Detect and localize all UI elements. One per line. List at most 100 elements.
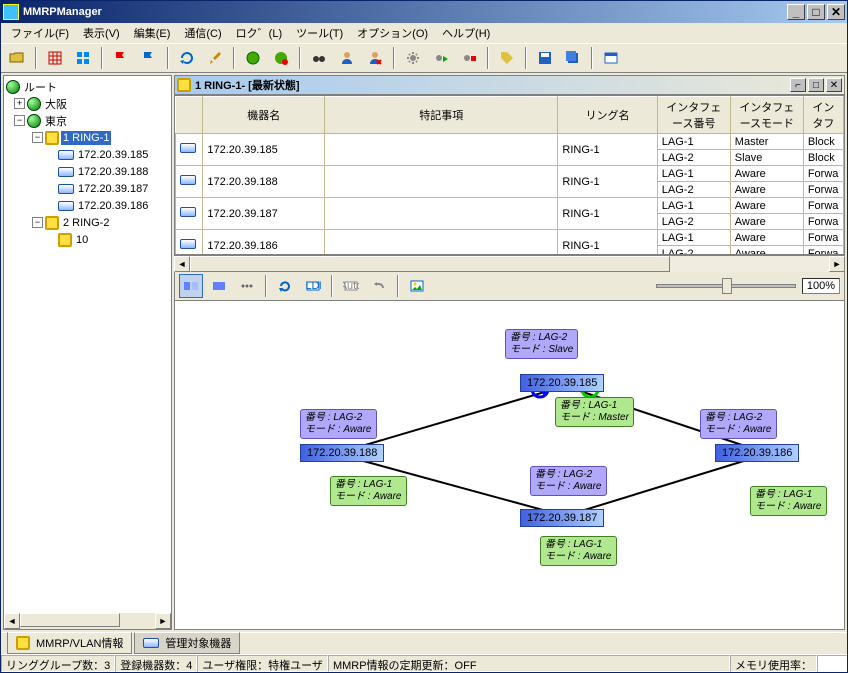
grid-icon[interactable] [43,46,67,70]
gear-play-icon[interactable] [429,46,453,70]
svg-text:Auto: Auto [343,280,359,292]
gear-icon[interactable] [401,46,425,70]
svg-text:LLDP: LLDP [305,280,321,292]
table-hscrollbar[interactable]: ◄ ► [174,255,845,271]
menu-view[interactable]: 表示(V) [77,23,126,43]
image-icon[interactable] [405,274,429,298]
globe-node-icon [6,80,20,94]
menu-help[interactable]: ヘルプ(H) [436,23,496,43]
col-state[interactable]: インタフ [803,97,843,134]
host-node-icon [58,167,74,177]
tree-osaka[interactable]: 大阪 [43,95,69,113]
host-node-icon [58,150,74,160]
col-mode[interactable]: インタフェースモード [730,97,803,134]
dots-icon[interactable] [235,274,259,298]
user-icon[interactable] [335,46,359,70]
topology-tag: 番号 : LAG-1モード : Master [555,397,634,427]
refresh-icon[interactable] [175,46,199,70]
tree-host[interactable]: 172.20.39.186 [76,199,150,213]
sub-titlebar[interactable]: 1 RING-1- [最新状態] ⌐ □ ✕ [174,75,845,95]
tree-root[interactable]: ルート [22,78,59,96]
topology-tag: 番号 : LAG-2モード : Slave [505,329,578,359]
view-tile-icon[interactable] [179,274,203,298]
sub-close-button[interactable]: ✕ [826,78,842,92]
table-row[interactable]: 172.20.39.186RING-1 LAG-1AwareForwa [176,230,844,246]
tree-pane: ルート +大阪 −東京 −1 RING-1 172.20.39.185 172.… [3,75,172,630]
gear-stop-icon[interactable] [457,46,481,70]
tree-tokyo[interactable]: 東京 [43,112,69,130]
save-all-icon[interactable] [561,46,585,70]
collapse-toggle[interactable]: − [14,115,25,126]
titlebar[interactable]: MMRPManager _ □ ✕ [1,1,847,23]
table-row[interactable]: 172.20.39.185RING-1 LAG-1MasterBlock [176,134,844,150]
window-icon[interactable] [599,46,623,70]
flag-red-icon[interactable] [109,46,133,70]
tile-icon[interactable] [71,46,95,70]
topology-node[interactable]: 172.20.39.188 [300,444,384,462]
binoculars-icon[interactable] [307,46,331,70]
view-single-icon[interactable] [207,274,231,298]
menu-tool[interactable]: ツール(T) [290,23,349,43]
zoom-value: 100% [802,278,840,294]
undo-icon[interactable] [367,274,391,298]
globe-node-icon [27,114,41,128]
status-memory: メモリ使用率： [730,655,817,672]
zoom-slider[interactable] [656,284,796,288]
sub-max-button[interactable]: □ [808,78,824,92]
bottom-tabs: MMRP/VLAN情報 管理対象機器 [1,632,847,654]
tree-host[interactable]: 172.20.39.188 [76,165,150,179]
topology-tag: 番号 : LAG-1モード : Aware [540,536,617,566]
col-note[interactable]: 特記事項 [325,97,558,134]
ring-node-icon [45,131,59,145]
app-window: MMRPManager _ □ ✕ ファイル(F) 表示(V) 編集(E) 通信… [0,0,848,673]
topology-diagram[interactable]: 172.20.39.185 172.20.39.188 172.20.39.187 1… [174,301,845,630]
table-row[interactable]: 172.20.39.188RING-1 LAG-1AwareForwa [176,166,844,182]
col-ring[interactable]: リング名 [558,97,657,134]
collapse-toggle[interactable]: − [32,217,43,228]
ring-icon [16,636,30,650]
globe-stop-icon[interactable] [269,46,293,70]
topology-node[interactable]: 172.20.39.186 [715,444,799,462]
menu-option[interactable]: オプション(O) [351,23,434,43]
tree-host[interactable]: 172.20.39.187 [76,182,150,196]
menu-log[interactable]: ロク゛(L) [230,23,288,43]
tab-managed-devices[interactable]: 管理対象機器 [134,632,240,654]
lldp-icon[interactable]: LLDP [301,274,325,298]
table-row[interactable]: 172.20.39.187RING-1 LAG-1AwareForwa [176,198,844,214]
topology-tag: 番号 : LAG-1モード : Aware [750,486,827,516]
tab-mmrp-vlan[interactable]: MMRP/VLAN情報 [7,632,132,654]
save-icon[interactable] [533,46,557,70]
menu-file[interactable]: ファイル(F) [5,23,75,43]
sub-min-button[interactable]: ⌐ [790,78,806,92]
brush-icon[interactable] [203,46,227,70]
tree-hscrollbar[interactable]: ◄ ► [4,613,171,629]
tree-ring2-child[interactable]: 10 [74,233,90,247]
device-tree[interactable]: ルート +大阪 −東京 −1 RING-1 172.20.39.185 172.… [4,76,171,613]
menu-comm[interactable]: 通信(C) [178,23,227,43]
status-memory-bar [817,655,847,672]
user-x-icon[interactable] [363,46,387,70]
maximize-button[interactable]: □ [807,4,825,20]
minimize-button[interactable]: _ [787,4,805,20]
menu-edit[interactable]: 編集(E) [128,23,177,43]
tag-icon[interactable] [495,46,519,70]
topology-node[interactable]: 172.20.39.185 [520,374,604,392]
reload-icon[interactable] [273,274,297,298]
col-name[interactable]: 機器名 [203,97,325,134]
topology-node[interactable]: 172.20.39.187 [520,509,604,527]
col-if[interactable]: インタフェース番号 [657,97,730,134]
folder-open-icon[interactable] [5,46,29,70]
tree-host[interactable]: 172.20.39.185 [76,148,150,162]
window-title: MMRPManager [23,6,787,18]
auto-icon[interactable]: Auto [339,274,363,298]
close-button[interactable]: ✕ [827,4,845,20]
collapse-toggle[interactable]: − [32,132,43,143]
flag-blue-icon[interactable] [137,46,161,70]
topology-tag: 番号 : LAG-2モード : Aware [300,409,377,439]
tree-ring2[interactable]: 2 RING-2 [61,216,111,230]
globe-icon[interactable] [241,46,265,70]
host-icon [180,143,196,153]
expand-toggle[interactable]: + [14,98,25,109]
status-mmrp: MMRP情報の定期更新：OFF [328,655,730,672]
tree-ring1[interactable]: 1 RING-1 [61,131,111,145]
